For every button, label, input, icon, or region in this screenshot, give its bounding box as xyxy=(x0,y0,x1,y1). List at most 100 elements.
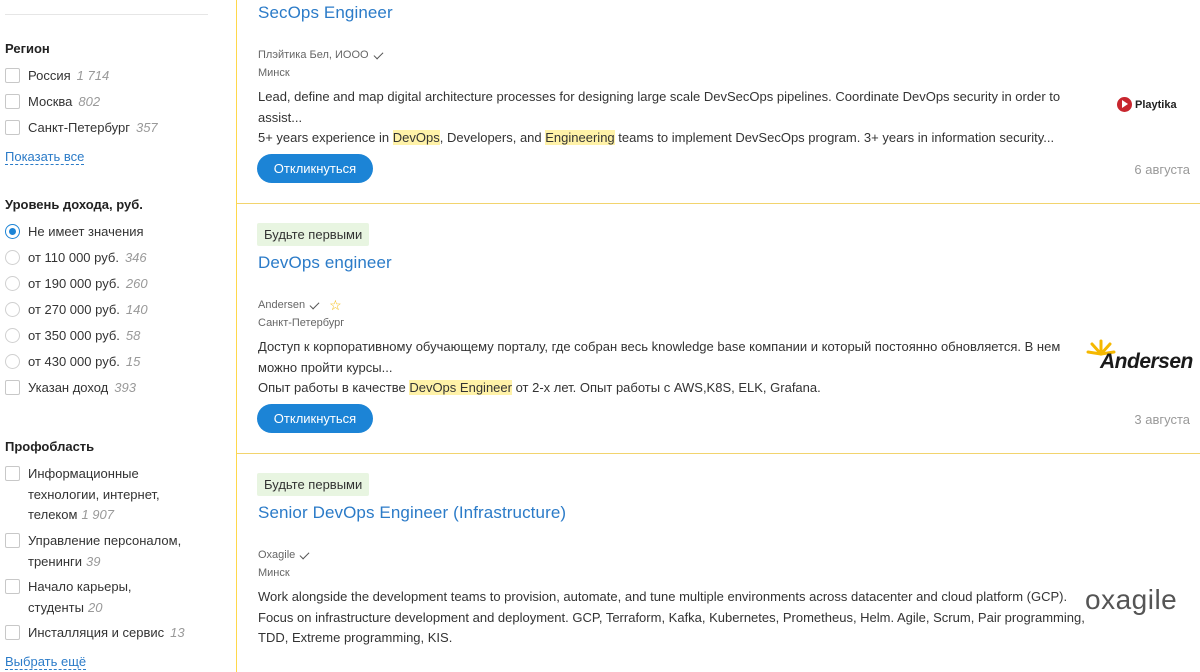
company-row: Oxagile xyxy=(258,549,313,561)
option-count: 260 xyxy=(125,276,148,291)
logo-text: oxagile xyxy=(1085,584,1178,615)
company-name-link[interactable]: Плэйтика Бел, ИООО xyxy=(258,49,369,61)
vacancy-title-link[interactable]: Senior DevOps Engineer (Infrastructure) xyxy=(258,503,566,523)
option-count: 58 xyxy=(125,328,141,343)
checkbox[interactable] xyxy=(5,533,20,548)
checkbox[interactable] xyxy=(5,579,20,594)
option-text: Управление персоналом, тренинги 39 xyxy=(28,531,203,572)
option-label: Инсталляция и сервис xyxy=(28,625,165,640)
vacancy-title-link[interactable]: DevOps engineer xyxy=(258,253,392,273)
option-count: 357 xyxy=(135,120,158,135)
checkbox[interactable] xyxy=(5,380,20,395)
company-logo[interactable]: oxagile xyxy=(1085,584,1177,616)
radio-button[interactable] xyxy=(5,250,20,265)
logo-text: Playtika xyxy=(1135,98,1177,111)
text-segment: 5+ years experience in xyxy=(258,130,393,145)
radio-button[interactable] xyxy=(5,354,20,369)
requirement-text: Опыт работы в качестве DevOps Engineer о… xyxy=(258,378,1088,399)
vacancy-city: Санкт-Петербург xyxy=(258,317,345,329)
option-label: от 110 000 руб. xyxy=(28,250,119,265)
checkbox[interactable] xyxy=(5,120,20,135)
area-option-installation[interactable]: Инсталляция и сервис 13 xyxy=(5,623,185,643)
option-count: 140 xyxy=(125,302,148,317)
text-segment: от 2-х лет. Опыт работы с AWS,K8S, ELK, … xyxy=(511,380,821,395)
region-option-moscow[interactable]: Москва 802 xyxy=(5,92,100,112)
option-count: 802 xyxy=(78,94,101,109)
checkbox[interactable] xyxy=(5,625,20,640)
text-segment: teams to implement DevSecOps program. 3+… xyxy=(614,130,1055,145)
be-first-badge: Будьте первыми xyxy=(257,223,370,246)
income-option-110k[interactable]: от 110 000 руб. 346 xyxy=(5,248,147,268)
company-row: Плэйтика Бел, ИООО xyxy=(258,49,387,61)
area-filter-title: Профобласть xyxy=(5,439,95,454)
option-label: Не имеет значения xyxy=(28,224,144,239)
highlight: DevOps xyxy=(392,130,440,145)
filters-sidebar: Регион Россия 1 714 Москва 802 Санкт-Пет… xyxy=(0,0,236,672)
income-option-190k[interactable]: от 190 000 руб. 260 xyxy=(5,274,148,294)
area-option-hr[interactable]: Управление персоналом, тренинги 39 xyxy=(5,531,203,572)
vacancy-date: 3 августа xyxy=(1134,412,1190,427)
radio-button[interactable] xyxy=(5,328,20,343)
requirement-text: Focus on infrastructure development and … xyxy=(258,609,1085,646)
vacancy-city: Минск xyxy=(258,567,290,579)
company-name-link[interactable]: Oxagile xyxy=(258,549,295,561)
checkbox[interactable] xyxy=(5,68,20,83)
option-label: Указан доход xyxy=(28,380,109,395)
be-first-badge: Будьте первыми xyxy=(257,473,370,496)
option-count: 1 907 xyxy=(81,507,114,522)
vacancy-description: Work alongside the development teams to … xyxy=(258,587,1088,649)
requirement-text: 5+ years experience in DevOps, Developer… xyxy=(258,128,1088,149)
option-label: от 270 000 руб. xyxy=(28,302,120,317)
apply-button[interactable]: Откликнуться xyxy=(257,404,373,433)
option-count: 15 xyxy=(125,354,141,369)
income-option-270k[interactable]: от 270 000 руб. 140 xyxy=(5,300,148,320)
income-filter-title: Уровень дохода, руб. xyxy=(5,197,143,212)
company-row: Andersen ☆ xyxy=(258,297,342,313)
region-option-russia[interactable]: Россия 1 714 xyxy=(5,66,109,86)
option-count: 20 xyxy=(87,599,103,615)
star-icon: ☆ xyxy=(329,297,342,313)
company-logo[interactable]: Playtika xyxy=(1117,97,1177,112)
highlight: Engineer xyxy=(459,380,512,395)
option-label: Управление персоналом, тренинги xyxy=(28,533,182,569)
area-option-it[interactable]: Информационные технологии, интернет, тел… xyxy=(5,464,203,526)
responsibility-text: Доступ к корпоративному обучающему порта… xyxy=(258,339,1061,375)
income-option-430k[interactable]: от 430 000 руб. 15 xyxy=(5,352,140,372)
show-all-regions-link[interactable]: Показать все xyxy=(5,149,85,165)
option-label: от 190 000 руб. xyxy=(28,276,120,291)
highlight: Engineering xyxy=(545,130,615,145)
company-logo[interactable]: Andersen xyxy=(1086,339,1194,379)
income-option-any[interactable]: Не имеет значения xyxy=(5,222,144,242)
vacancy-title-link[interactable]: SecOps Engineer xyxy=(258,3,393,23)
text-segment: Опыт работы в качестве xyxy=(258,380,410,395)
responsibility-text: Lead, define and map digital architectur… xyxy=(258,89,1061,125)
income-specified-option[interactable]: Указан доход 393 xyxy=(5,378,136,398)
option-label: Москва xyxy=(28,94,73,109)
text-segment: , Developers, and xyxy=(439,130,546,145)
option-count: 13 xyxy=(170,625,185,640)
option-text: Информационные технологии, интернет, тел… xyxy=(28,464,203,526)
radio-button[interactable] xyxy=(5,276,20,291)
area-option-career-start[interactable]: Начало карьеры, студенты 20 xyxy=(5,577,148,618)
radio-button[interactable] xyxy=(5,224,20,239)
verified-check-icon xyxy=(311,300,323,310)
option-label: Санкт-Петербург xyxy=(28,120,130,135)
option-count: 1 714 xyxy=(76,68,110,83)
region-filter-title: Регион xyxy=(5,41,50,56)
company-name-link[interactable]: Andersen xyxy=(258,299,305,311)
option-label: от 430 000 руб. xyxy=(28,354,120,369)
vacancy-description: Доступ к корпоративному обучающему порта… xyxy=(258,337,1088,399)
option-count: 39 xyxy=(86,553,101,569)
vacancy-date: 6 августа xyxy=(1134,162,1190,177)
vacancy-list: SecOps Engineer Плэйтика Бел, ИООО Минск… xyxy=(236,0,1200,672)
divider xyxy=(237,203,1200,204)
choose-more-areas-link[interactable]: Выбрать ещё xyxy=(5,654,87,670)
divider xyxy=(5,14,208,15)
checkbox[interactable] xyxy=(5,94,20,109)
region-option-spb[interactable]: Санкт-Петербург 357 xyxy=(5,118,158,138)
apply-button[interactable]: Откликнуться xyxy=(257,154,373,183)
option-text: Начало карьеры, студенты 20 xyxy=(28,577,148,618)
radio-button[interactable] xyxy=(5,302,20,317)
income-option-350k[interactable]: от 350 000 руб. 58 xyxy=(5,326,140,346)
checkbox[interactable] xyxy=(5,466,20,481)
